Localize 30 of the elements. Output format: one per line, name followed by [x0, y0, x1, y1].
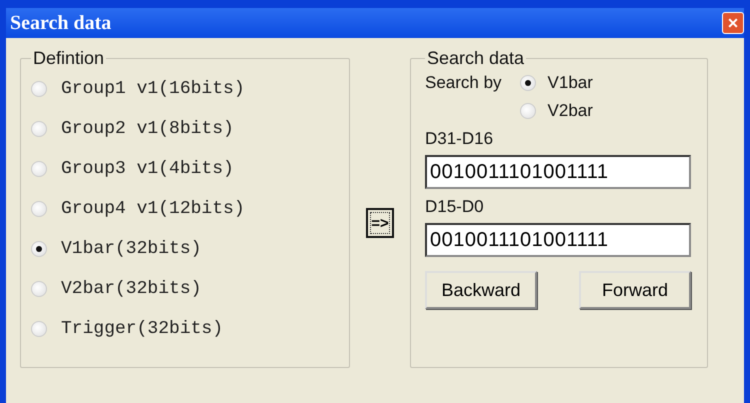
option-label[interactable]: Trigger(32bits) [61, 319, 224, 339]
input-field[interactable]: 0010011101001111 [425, 155, 691, 189]
field-label: D15-D0 [425, 197, 485, 217]
option-label[interactable]: Group1 v1(16bits) [61, 79, 245, 99]
option-label[interactable]: V1bar [548, 73, 593, 93]
input-field[interactable]: 0010011101001111 [425, 223, 691, 257]
window-title: Search data [10, 12, 112, 34]
option-label[interactable]: V2bar [548, 101, 593, 121]
transfer-button[interactable]: => [366, 208, 394, 238]
option-label[interactable]: Group2 v1(8bits) [61, 119, 234, 139]
group-title: Defintion [32, 48, 106, 69]
field-label: D31-D16 [425, 129, 494, 149]
close-button[interactable]: × [722, 12, 744, 34]
radio-button[interactable] [31, 121, 47, 137]
radio-button[interactable] [31, 201, 47, 217]
radio-button[interactable] [31, 281, 47, 297]
action-button[interactable]: Forward [579, 271, 691, 309]
radio-button[interactable] [31, 161, 47, 177]
option-label[interactable]: V2bar(32bits) [61, 279, 202, 299]
group-title: Search data [426, 48, 526, 69]
option-label[interactable]: Group3 v1(4bits) [61, 159, 234, 179]
radio-button[interactable] [31, 321, 47, 337]
action-button[interactable]: Backward [425, 271, 537, 309]
option-label[interactable]: V1bar(32bits) [61, 239, 202, 259]
option-label[interactable]: Group4 v1(12bits) [61, 199, 245, 219]
radio-button[interactable] [31, 81, 47, 97]
radio-button[interactable] [520, 103, 536, 119]
radio-button[interactable] [520, 75, 536, 91]
search-by-label: Search by [425, 73, 502, 94]
radio-button[interactable] [31, 241, 47, 257]
